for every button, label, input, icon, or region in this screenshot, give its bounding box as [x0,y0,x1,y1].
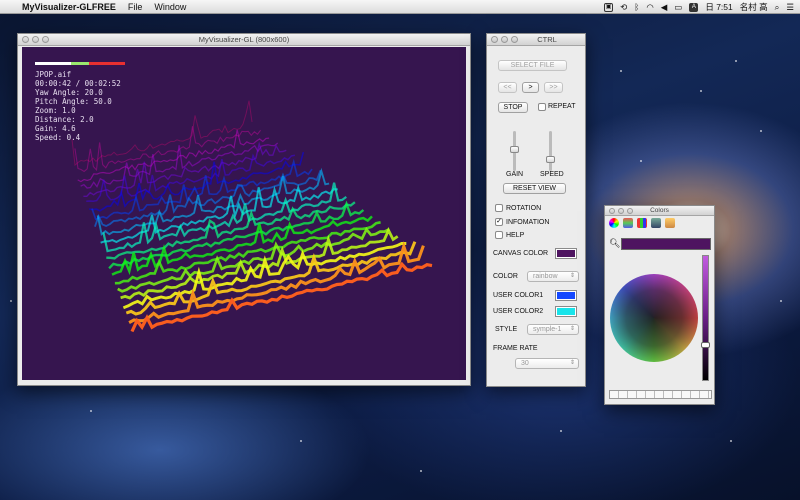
level-meter [35,62,125,65]
color-label: COLOR [493,273,518,280]
time-machine-icon[interactable]: ⟲ [620,2,627,13]
current-color-preview[interactable] [621,238,711,250]
window-menu[interactable]: Window [154,2,186,12]
style-label: STYLE [495,326,518,333]
play-button[interactable]: > [522,82,539,93]
info-pitch: Pitch Angle: 50.0 [35,97,112,106]
user-color2-well[interactable] [555,306,577,317]
select-file-button[interactable]: SELECT FILE [498,60,567,71]
bluetooth-icon[interactable]: ᛒ [634,2,639,12]
menubar-user[interactable]: 名村 高 [740,1,768,13]
info-yaw: Yaw Angle: 20.0 [35,88,103,97]
colors-titlebar[interactable]: Colors [605,206,714,216]
ctrl-window: CTRL SELECT FILE << > >> STOP REPEAT GAI… [486,33,586,387]
brightness-slider[interactable] [702,255,709,381]
rotation-checkbox[interactable] [495,204,503,212]
info-speed: Speed: 0.4 [35,133,81,142]
info-overlay: JPOP.aif 00:00:42 / 00:02:52 Yaw Angle: … [35,70,121,142]
ctrl-titlebar[interactable]: CTRL [487,34,585,46]
wifi-icon[interactable]: ◠ [646,2,653,13]
infomation-checkbox[interactable]: ✓ [495,218,503,226]
crayons-tab-icon[interactable] [665,218,675,228]
menubar: MyVisualizer-GLFREE File Window ▣ ⟲ ᛒ ◠ … [0,0,800,14]
frame-rate-label: FRAME RATE [493,345,538,352]
ctrl-minimize-button[interactable] [501,36,508,43]
visualizer-canvas[interactable]: JPOP.aif 00:00:42 / 00:02:52 Yaw Angle: … [22,47,466,380]
visualizer-title: MyVisualizer-GL (800x600) [198,35,290,44]
info-distance: Distance: 2.0 [35,115,94,124]
battery-icon[interactable]: ▭ [674,2,682,13]
colors-close-button[interactable] [609,208,615,214]
user-color1-label: USER COLOR1 [493,292,544,299]
notification-center-icon[interactable]: ☰ [786,2,794,13]
ctrl-title: CTRL [537,35,557,44]
custom-swatches[interactable] [609,390,712,399]
file-menu[interactable]: File [128,2,143,12]
info-zoom: Zoom: 1.0 [35,106,76,115]
color-sliders-tab-icon[interactable] [623,218,633,228]
repeat-label: REPEAT [548,103,576,110]
visualizer-window: MyVisualizer-GL (800x600) JPOP.aif 00:00… [17,33,471,386]
colors-minimize-button[interactable] [618,208,624,214]
help-label: HELP [506,232,525,239]
reset-view-button[interactable]: RESET VIEW [503,183,566,194]
colors-toolbar [609,218,675,232]
info-gain: Gain: 4.6 [35,124,76,133]
zoom-button[interactable] [42,36,49,43]
ctrl-zoom-button[interactable] [511,36,518,43]
style-select[interactable]: symple-1 [527,324,579,335]
colors-panel: Colors 🔍︎ [604,205,715,405]
brightness-slider-thumb[interactable] [701,342,710,348]
spotlight-icon[interactable]: ⌕ [775,2,780,13]
menubar-clock[interactable]: 日 7:51 [705,1,732,13]
volume-icon[interactable]: ◀ [661,2,668,13]
app-menu[interactable]: MyVisualizer-GLFREE [22,2,116,12]
color-wheel[interactable] [610,274,698,362]
menubar-extras: ▣ ⟲ ᛒ ◠ ◀ ▭ A 日 7:51 名村 高 ⌕ ☰ [604,0,794,14]
minimize-button[interactable] [32,36,39,43]
frame-rate-select[interactable]: 30 [515,358,579,369]
infomation-label: INFOMATION [506,219,550,226]
speed-label: SPEED [540,171,564,178]
colors-title: Colors [650,207,669,214]
speed-slider-thumb[interactable] [546,156,555,163]
info-time: 00:00:42 / 00:02:52 [35,79,121,88]
canvas-color-label: CANVAS COLOR [493,250,549,257]
spectrum-line [80,142,279,189]
colors-zoom-button[interactable] [627,208,633,214]
color-wheel-tab-icon[interactable] [609,218,619,228]
magnifier-icon[interactable]: 🔍︎ [609,238,620,249]
help-checkbox[interactable] [495,231,503,239]
speed-slider-track[interactable] [549,131,552,171]
color-mode-select[interactable]: rainbow [527,271,579,282]
gain-label: GAIN [506,171,524,178]
info-filename: JPOP.aif [35,70,72,79]
screen-share-icon[interactable]: ▣ [604,2,614,12]
canvas-color-well[interactable] [555,248,577,259]
spectrum-line [128,241,425,324]
repeat-checkbox[interactable] [538,103,546,111]
stop-button[interactable]: STOP [498,102,528,113]
gain-slider-thumb[interactable] [510,146,519,153]
image-palettes-tab-icon[interactable] [651,218,661,228]
user-color2-label: USER COLOR2 [493,308,544,315]
prev-button[interactable]: << [498,82,517,93]
close-button[interactable] [22,36,29,43]
rotation-label: ROTATION [506,205,542,212]
input-source-badge[interactable]: A [689,2,699,12]
user-color1-well[interactable] [555,290,577,301]
visualizer-titlebar[interactable]: MyVisualizer-GL (800x600) [18,34,470,46]
next-button[interactable]: >> [544,82,563,93]
ctrl-close-button[interactable] [491,36,498,43]
color-palettes-tab-icon[interactable] [637,218,647,228]
